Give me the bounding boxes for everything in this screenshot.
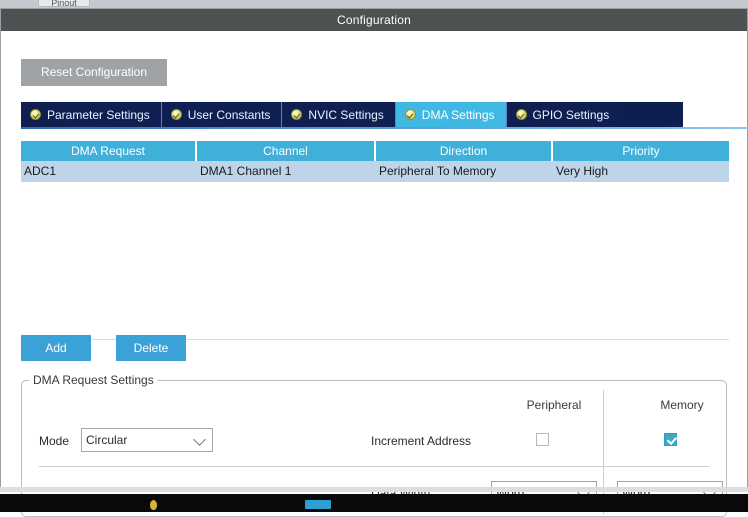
check-circle-icon	[515, 109, 527, 120]
taskbar	[0, 494, 748, 512]
dialog-title: Configuration	[1, 9, 747, 31]
table-actions: Add Delete	[21, 335, 186, 361]
tab-user-constants[interactable]: User Constants	[161, 102, 283, 127]
column-header-peripheral: Peripheral	[526, 398, 582, 412]
column-header-memory: Memory	[660, 398, 704, 412]
increment-address-label: Increment Address	[371, 434, 472, 448]
dma-request-table: DMA Request Channel Direction Priority A…	[21, 141, 729, 340]
taskbar-app-icon[interactable]	[305, 500, 331, 509]
add-button[interactable]: Add	[21, 335, 91, 361]
cell-dma-request: ADC1	[24, 164, 57, 178]
table-header-row: DMA Request Channel Direction Priority	[21, 141, 729, 161]
check-circle-icon	[404, 109, 416, 120]
background-tab-pinout[interactable]: Pinout	[38, 0, 90, 7]
taskbar-flame-icon[interactable]	[150, 500, 157, 510]
column-header-direction[interactable]: Direction	[376, 141, 553, 161]
tab-dma-settings[interactable]: DMA Settings	[395, 102, 507, 127]
chevron-down-icon	[193, 433, 206, 446]
tab-label: User Constants	[187, 107, 271, 122]
mode-select-value: Circular	[86, 433, 128, 447]
tab-nvic-settings[interactable]: NVIC Settings	[282, 102, 396, 127]
tab-label: GPIO Settings	[532, 107, 610, 122]
tab-label: Parameter Settings	[47, 107, 150, 122]
increment-address-memory-checkbox[interactable]	[664, 433, 677, 446]
table-body: ADC1 DMA1 Channel 1 Peripheral To Memory…	[21, 161, 729, 340]
settings-tab-strip: Parameter Settings User Constants NVIC S…	[21, 102, 683, 127]
tab-parameter-settings[interactable]: Parameter Settings	[21, 102, 162, 127]
tab-label: NVIC Settings	[308, 107, 384, 122]
reset-configuration-button[interactable]: Reset Configuration	[21, 59, 167, 86]
configuration-dialog: Configuration Reset Configuration Parame…	[0, 8, 748, 517]
check-circle-icon	[291, 109, 303, 120]
mode-select[interactable]: Circular	[81, 428, 213, 452]
column-header-priority[interactable]: Priority	[553, 141, 729, 161]
column-header-channel[interactable]: Channel	[197, 141, 376, 161]
table-row[interactable]: ADC1 DMA1 Channel 1 Peripheral To Memory…	[21, 161, 729, 182]
tab-strip-underline	[21, 127, 748, 129]
screen-root: Pinout Configuration Reset Configuration…	[0, 0, 748, 517]
mode-label: Mode	[39, 434, 70, 448]
dialog-bottom-edge	[0, 487, 748, 492]
column-header-dma-request[interactable]: DMA Request	[21, 141, 197, 161]
check-circle-icon	[170, 109, 182, 120]
cell-priority: Very High	[556, 164, 609, 178]
cell-channel: DMA1 Channel 1	[200, 164, 292, 178]
dialog-body: Reset Configuration Parameter Settings U…	[1, 31, 748, 517]
cell-direction: Peripheral To Memory	[379, 164, 497, 178]
tab-gpio-settings[interactable]: GPIO Settings	[506, 102, 621, 127]
horizontal-divider	[39, 466, 709, 467]
delete-button[interactable]: Delete	[116, 335, 186, 361]
check-circle-icon	[30, 109, 41, 120]
tab-label: DMA Settings	[421, 107, 495, 122]
increment-address-peripheral-checkbox[interactable]	[536, 433, 549, 446]
